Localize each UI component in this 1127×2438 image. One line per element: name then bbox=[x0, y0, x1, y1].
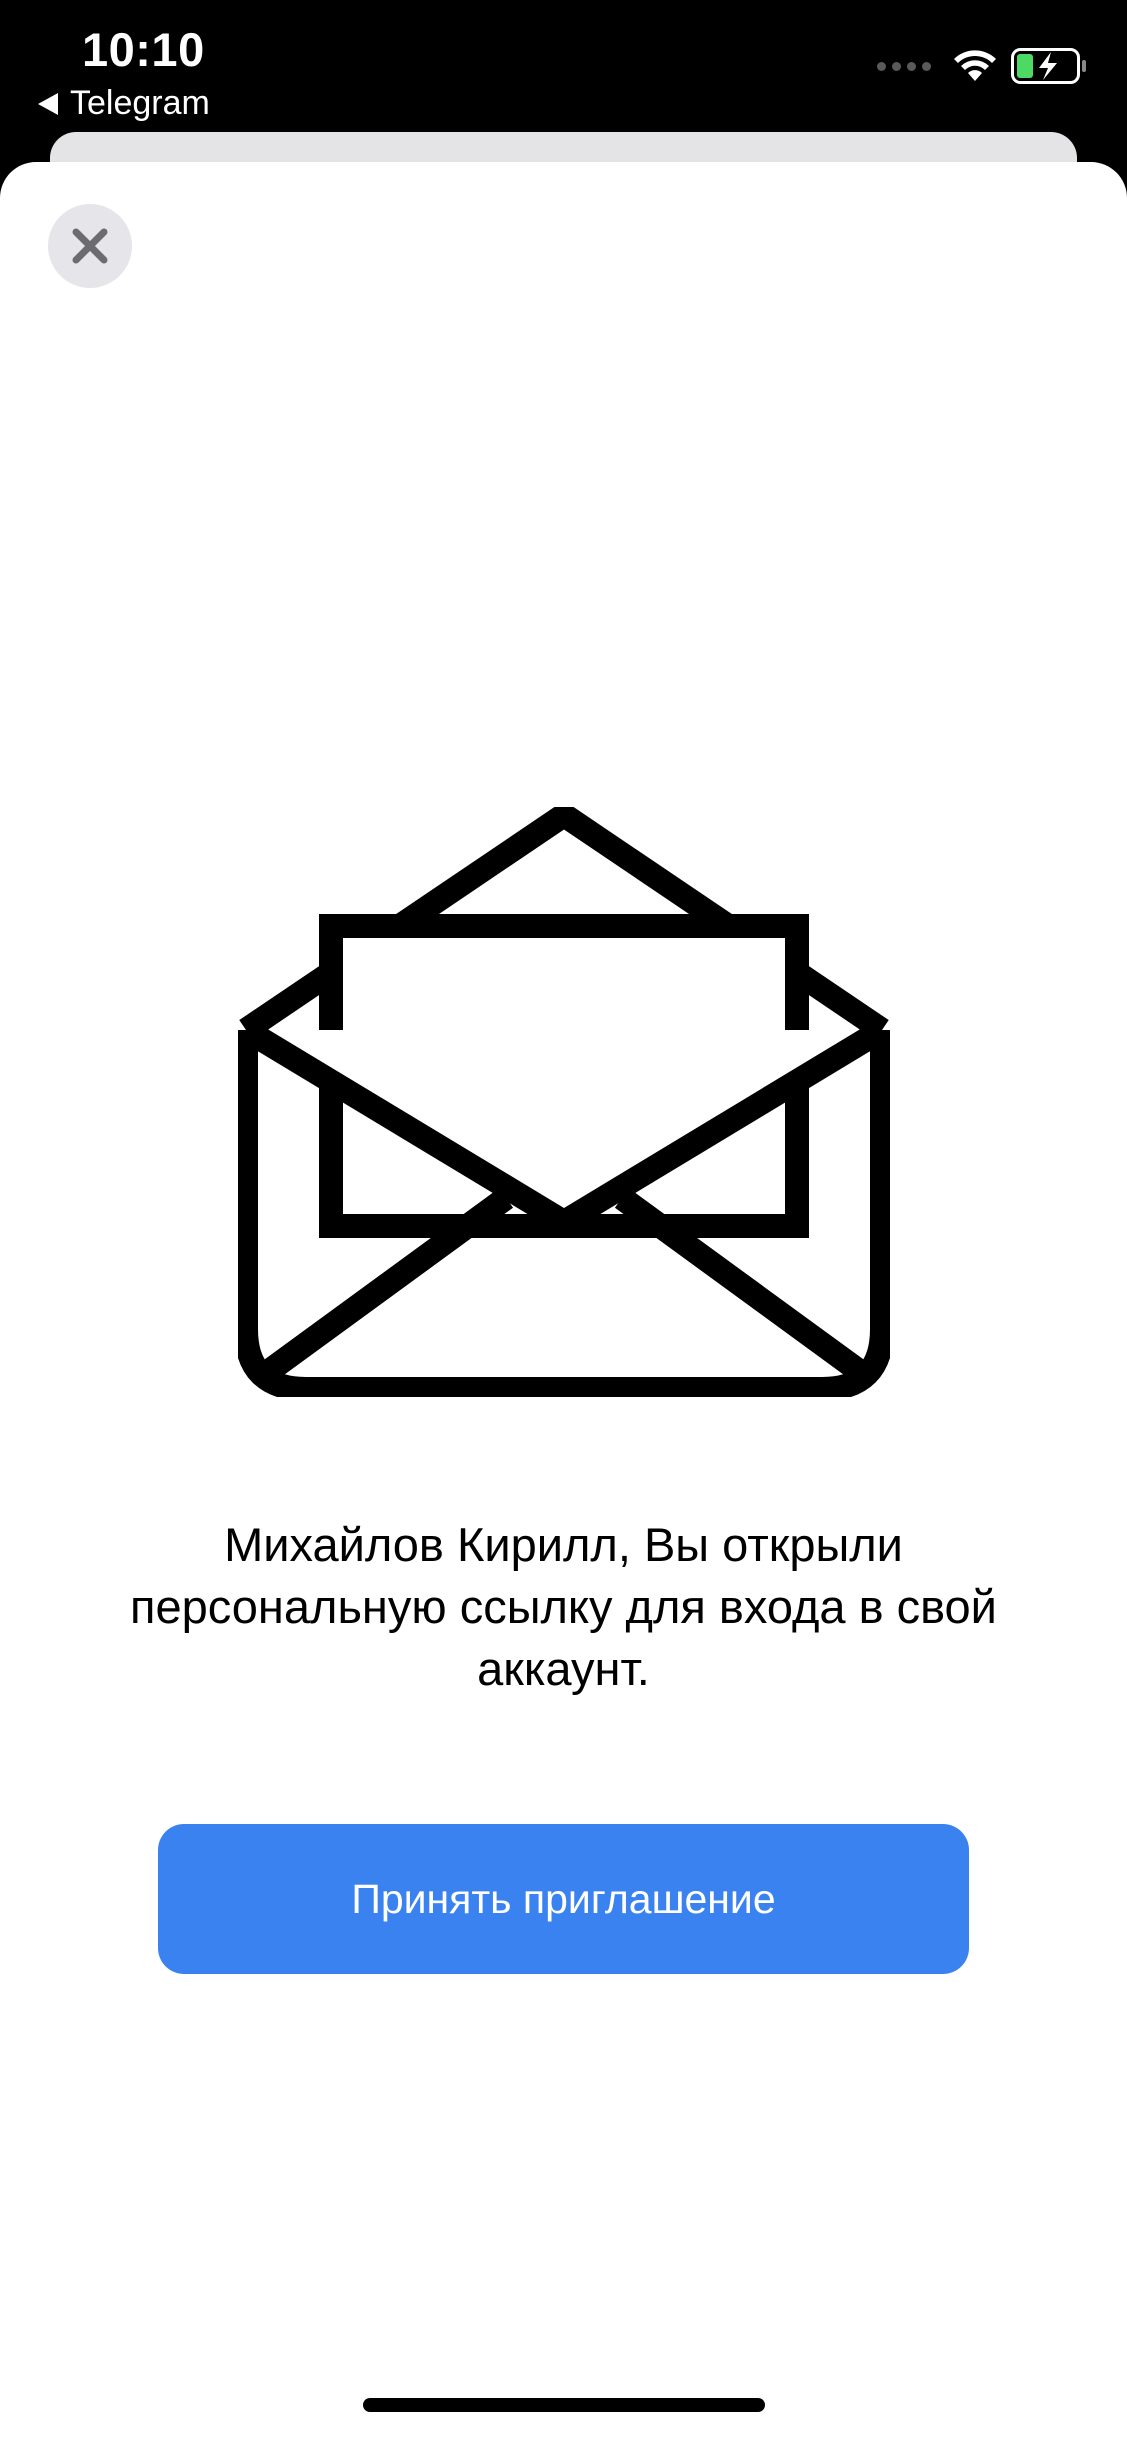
invite-message: Михайлов Кирилл, Вы открыли персональную… bbox=[130, 1518, 997, 1695]
back-to-app-link[interactable]: Telegram bbox=[38, 84, 210, 123]
accept-invitation-button[interactable]: Принять приглашение bbox=[158, 1824, 969, 1974]
wifi-icon bbox=[954, 50, 996, 81]
screen: 10:10 Telegram Михайлов Кирилл, Вы откры… bbox=[0, 0, 1127, 2438]
cellular-signal-icon bbox=[877, 61, 931, 71]
back-arrow-icon bbox=[38, 92, 58, 115]
invite-sheet: Михайлов Кирилл, Вы открыли персональную… bbox=[0, 162, 1127, 2438]
open-envelope-icon bbox=[238, 807, 890, 1397]
status-indicators bbox=[877, 48, 1087, 84]
battery-charging-icon bbox=[1011, 48, 1086, 84]
home-indicator[interactable] bbox=[363, 2398, 765, 2412]
back-app-label: Telegram bbox=[70, 84, 210, 122]
close-icon bbox=[72, 228, 108, 264]
close-button[interactable] bbox=[48, 204, 132, 288]
status-time: 10:10 bbox=[82, 23, 205, 76]
